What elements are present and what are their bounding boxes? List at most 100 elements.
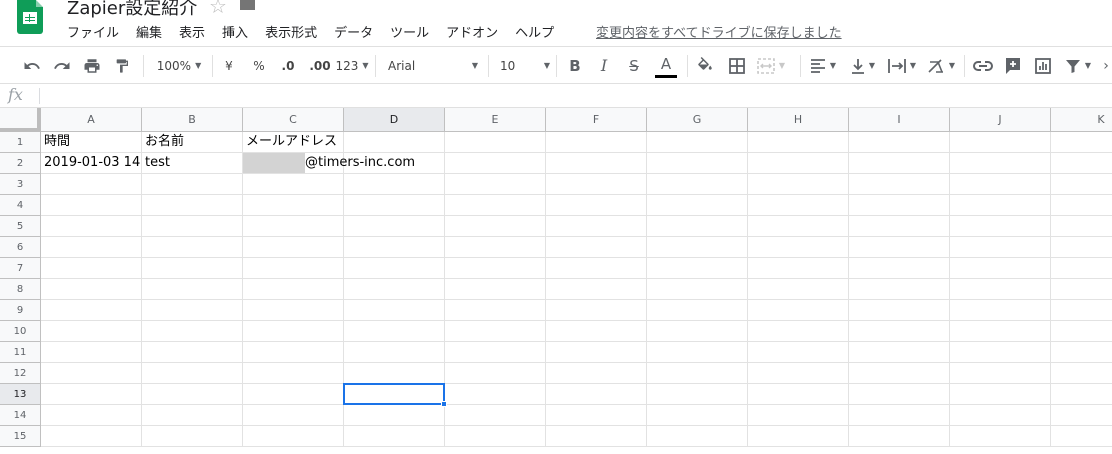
cell-c11[interactable]	[243, 342, 344, 363]
column-header-f[interactable]: F	[546, 108, 647, 132]
row-header-5[interactable]: 5	[0, 216, 41, 237]
formula-input[interactable]	[46, 87, 1106, 105]
cell-f10[interactable]	[546, 321, 647, 342]
cell-g9[interactable]	[647, 300, 748, 321]
cell-a13[interactable]	[41, 384, 142, 405]
cell-j10[interactable]	[950, 321, 1051, 342]
row-header-14[interactable]: 14	[0, 405, 41, 426]
cell-k7[interactable]	[1051, 258, 1112, 279]
cell-i13[interactable]	[849, 384, 950, 405]
column-header-g[interactable]: G	[647, 108, 748, 132]
increase-decimal-button[interactable]: .00	[306, 47, 334, 84]
cell-h12[interactable]	[748, 363, 849, 384]
paint-format-icon[interactable]	[110, 47, 134, 84]
cell-i8[interactable]	[849, 279, 950, 300]
cell-f7[interactable]	[546, 258, 647, 279]
row-header-1[interactable]: 1	[0, 132, 41, 153]
cell-g15[interactable]	[647, 426, 748, 447]
column-header-h[interactable]: H	[748, 108, 849, 132]
cell-e15[interactable]	[445, 426, 546, 447]
cell-c7[interactable]	[243, 258, 344, 279]
cell-a4[interactable]	[41, 195, 142, 216]
cell-d11[interactable]	[344, 342, 445, 363]
column-header-k[interactable]: K	[1051, 108, 1112, 132]
cell-e5[interactable]	[445, 216, 546, 237]
cell-f12[interactable]	[546, 363, 647, 384]
cell-h14[interactable]	[748, 405, 849, 426]
column-header-a[interactable]: A	[41, 108, 142, 132]
cell-a14[interactable]	[41, 405, 142, 426]
column-header-e[interactable]: E	[445, 108, 546, 132]
cell-g3[interactable]	[647, 174, 748, 195]
cell-c6[interactable]	[243, 237, 344, 258]
cell-b4[interactable]	[142, 195, 243, 216]
cell-e3[interactable]	[445, 174, 546, 195]
cell-i15[interactable]	[849, 426, 950, 447]
filter-icon[interactable]: ▼	[1062, 47, 1094, 84]
cell-h2[interactable]	[748, 153, 849, 174]
cell-h7[interactable]	[748, 258, 849, 279]
menu-data[interactable]: データ	[334, 22, 373, 42]
cell-f2[interactable]	[546, 153, 647, 174]
cell-j7[interactable]	[950, 258, 1051, 279]
cell-k3[interactable]	[1051, 174, 1112, 195]
cell-g11[interactable]	[647, 342, 748, 363]
cell-h5[interactable]	[748, 216, 849, 237]
cell-c12[interactable]	[243, 363, 344, 384]
cell-c14[interactable]	[243, 405, 344, 426]
more-formats-select[interactable]: 123 ▼	[335, 47, 368, 84]
cell-h8[interactable]	[748, 279, 849, 300]
row-header-9[interactable]: 9	[0, 300, 41, 321]
cell-b10[interactable]	[142, 321, 243, 342]
fill-color-icon[interactable]	[694, 47, 716, 84]
cell-b6[interactable]	[142, 237, 243, 258]
insert-chart-icon[interactable]	[1032, 47, 1054, 84]
bold-button[interactable]: B	[565, 47, 585, 84]
row-header-13[interactable]: 13	[0, 384, 41, 405]
cell-k1[interactable]	[1051, 132, 1112, 153]
cell-j9[interactable]	[950, 300, 1051, 321]
text-wrapping-icon[interactable]: ▼	[886, 47, 918, 84]
cell-e11[interactable]	[445, 342, 546, 363]
cell-b14[interactable]	[142, 405, 243, 426]
cell-c15[interactable]	[243, 426, 344, 447]
strikethrough-button[interactable]: S	[624, 47, 644, 84]
cell-k9[interactable]	[1051, 300, 1112, 321]
cell-j14[interactable]	[950, 405, 1051, 426]
menu-format[interactable]: 表示形式	[265, 22, 317, 42]
cell-i9[interactable]	[849, 300, 950, 321]
cell-c8[interactable]	[243, 279, 344, 300]
redo-icon[interactable]	[50, 47, 74, 84]
font-size-select[interactable]: 10 ▼	[500, 47, 550, 84]
cell-f6[interactable]	[546, 237, 647, 258]
cell-k12[interactable]	[1051, 363, 1112, 384]
cell-e6[interactable]	[445, 237, 546, 258]
cell-g6[interactable]	[647, 237, 748, 258]
cell-a2[interactable]: 2019-01-03 14:4	[41, 153, 142, 174]
cell-e7[interactable]	[445, 258, 546, 279]
text-rotation-icon[interactable]: ▼	[924, 47, 958, 84]
cell-k8[interactable]	[1051, 279, 1112, 300]
merge-cells-icon[interactable]: ▼	[756, 47, 786, 84]
cell-g7[interactable]	[647, 258, 748, 279]
cell-j13[interactable]	[950, 384, 1051, 405]
cell-a11[interactable]	[41, 342, 142, 363]
cell-e12[interactable]	[445, 363, 546, 384]
cell-a9[interactable]	[41, 300, 142, 321]
cell-b5[interactable]	[142, 216, 243, 237]
cell-g2[interactable]	[647, 153, 748, 174]
cell-d4[interactable]	[344, 195, 445, 216]
cell-f5[interactable]	[546, 216, 647, 237]
cell-d9[interactable]	[344, 300, 445, 321]
cell-d1[interactable]	[344, 132, 445, 153]
cell-a15[interactable]	[41, 426, 142, 447]
row-header-3[interactable]: 3	[0, 174, 41, 195]
cell-k11[interactable]	[1051, 342, 1112, 363]
folder-icon[interactable]	[240, 0, 255, 10]
cell-e8[interactable]	[445, 279, 546, 300]
cell-e10[interactable]	[445, 321, 546, 342]
cell-j6[interactable]	[950, 237, 1051, 258]
cell-b13[interactable]	[142, 384, 243, 405]
cell-c1[interactable]: メールアドレス	[243, 132, 344, 153]
cell-a12[interactable]	[41, 363, 142, 384]
